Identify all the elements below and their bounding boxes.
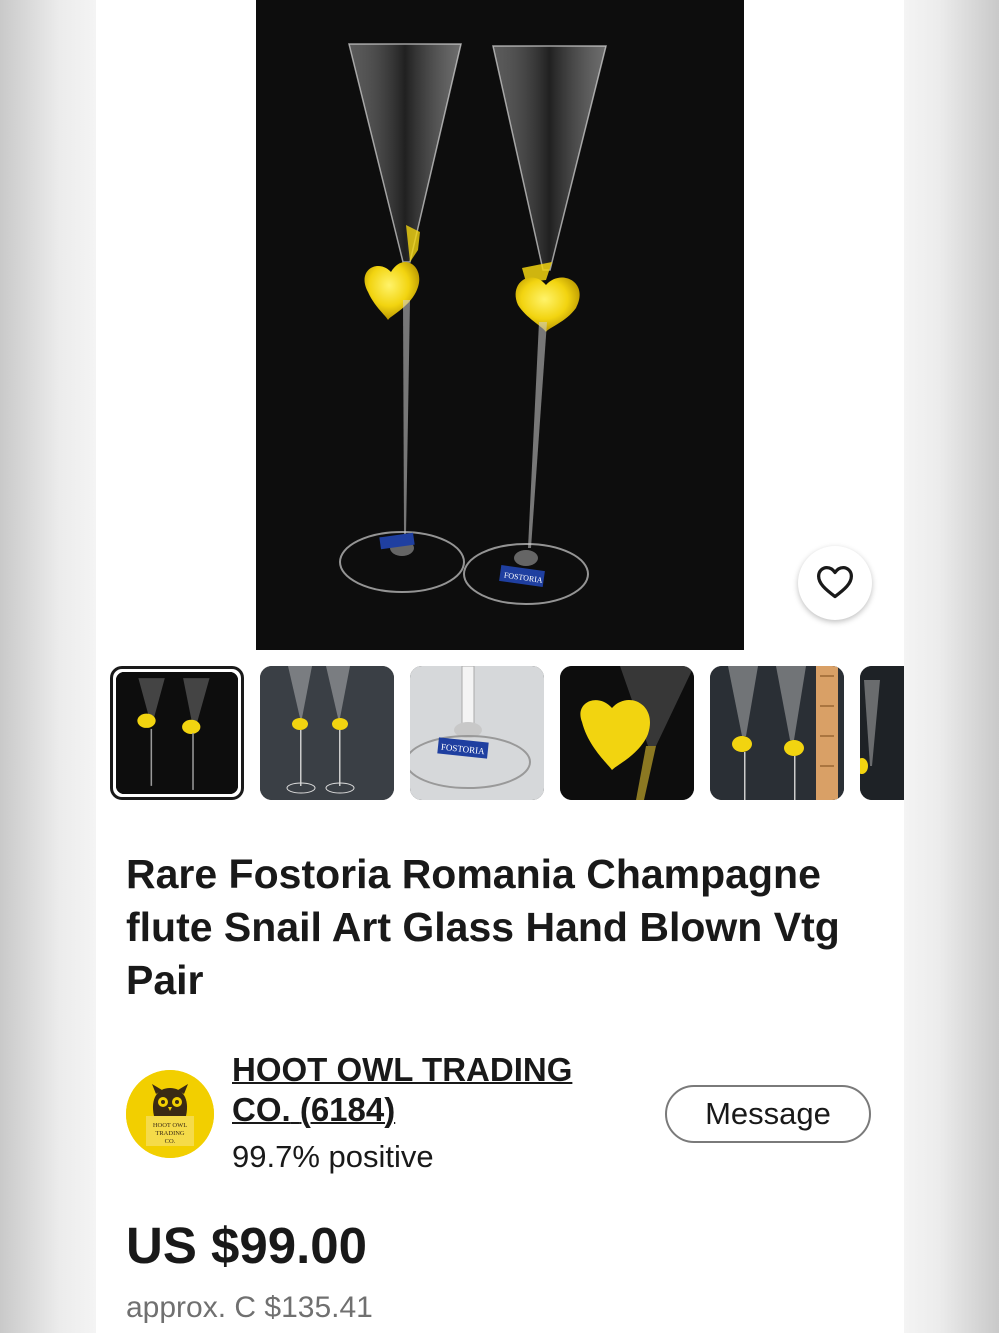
logo-text-line2: TRADING	[155, 1130, 185, 1137]
seller-avatar[interactable]: HOOT OWL TRADING CO.	[126, 1070, 214, 1158]
thumbnail-image	[116, 672, 238, 794]
heart-icon	[815, 563, 855, 604]
message-button[interactable]: Message	[665, 1085, 871, 1143]
thumbnail-2[interactable]	[260, 666, 394, 800]
listing-page: FOSTORIA FOSTORIA Rare Fostoria Romania …	[96, 0, 904, 1333]
champagne-flutes-image: FOSTORIA	[339, 43, 607, 605]
seller-feedback-percent: 99.7% positive	[232, 1139, 434, 1174]
seller-name-link[interactable]: HOOT OWL TRADING CO. (6184)	[232, 1050, 632, 1130]
logo-text-line1: HOOT OWL	[153, 1122, 187, 1129]
price: US $99.00	[126, 1217, 368, 1274]
favorite-button[interactable]	[798, 546, 872, 620]
seller-name: HOOT OWL TRADING CO.	[232, 1051, 573, 1128]
thumbnail-image	[860, 666, 904, 800]
approx-price: approx. C $135.41	[126, 1291, 373, 1324]
thumbnail-image	[260, 666, 394, 800]
thumbnail-image	[560, 666, 694, 800]
thumbnail-4[interactable]	[560, 666, 694, 800]
seller-feedback-count: (6184)	[299, 1091, 396, 1128]
thumbnail-1[interactable]	[110, 666, 244, 800]
thumbnail-3[interactable]: FOSTORIA	[410, 666, 544, 800]
main-product-photo[interactable]: FOSTORIA	[256, 0, 744, 650]
thumbnail-image	[710, 666, 844, 800]
thumbnail-6[interactable]	[860, 666, 904, 800]
thumbnail-5[interactable]	[710, 666, 844, 800]
owl-logo: HOOT OWL TRADING CO.	[126, 1070, 214, 1158]
logo-text-line3: CO.	[165, 1138, 176, 1145]
thumbnail-image: FOSTORIA	[410, 666, 544, 800]
hero-image-area: FOSTORIA	[96, 0, 904, 650]
listing-title: Rare Fostoria Romania Champagne flute Sn…	[126, 851, 840, 1003]
thumbnail-strip[interactable]: FOSTORIA	[110, 664, 904, 802]
